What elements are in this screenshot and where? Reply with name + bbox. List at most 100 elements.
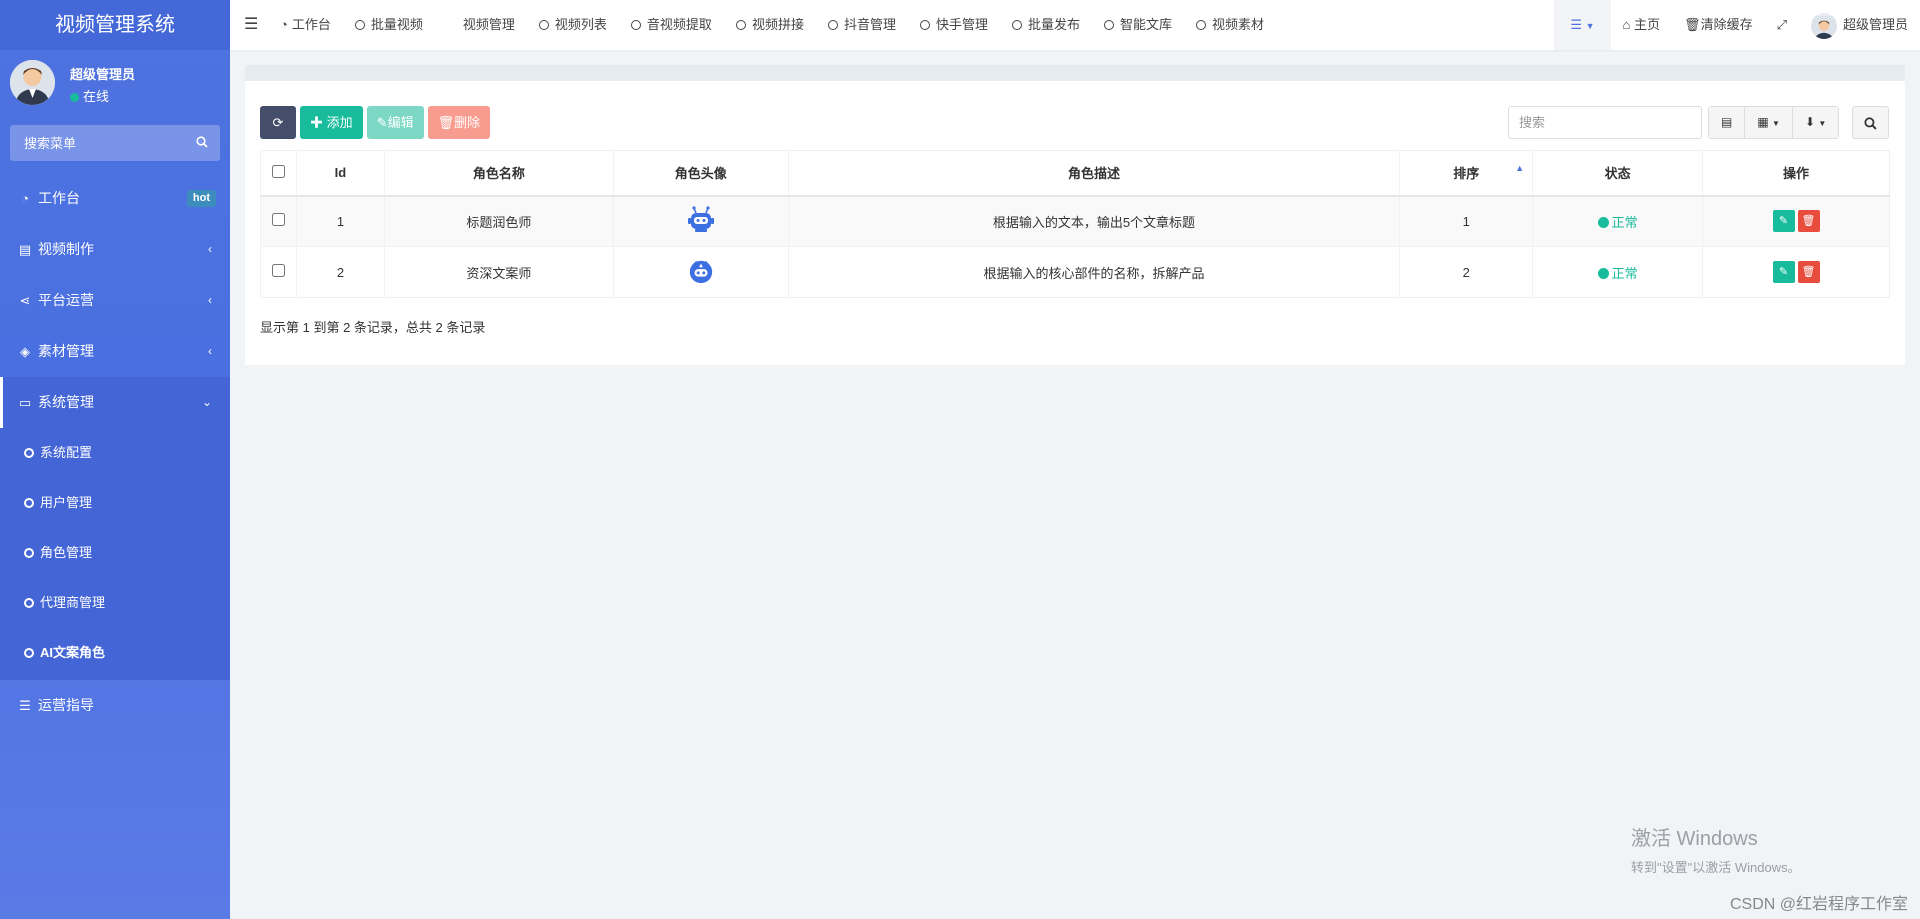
chevron-down-icon: ⌄: [201, 395, 212, 409]
col-status[interactable]: 状态: [1532, 150, 1704, 197]
table-row[interactable]: 1 标题润色师 根据输入的文本，输出5个文章标题 1 正常 ✎ 🗑: [260, 195, 1890, 247]
circle-icon: [24, 598, 34, 608]
cell-desc: 根据输入的核心部件的名称，拆解产品: [787, 246, 1401, 298]
caret-down-icon: ▼: [1585, 21, 1595, 31]
row-checkbox[interactable]: [271, 264, 285, 277]
row-checkbox[interactable]: [271, 213, 285, 227]
sidebar-subitem-agents[interactable]: 代理商管理: [0, 578, 230, 628]
cell-name: 资深文案师: [383, 246, 614, 298]
tab-kuaishou[interactable]: 快手管理: [908, 0, 1000, 50]
tab-label: 智能文库: [1120, 17, 1173, 32]
delete-button[interactable]: 🗑删除: [427, 106, 491, 139]
tab-av-extract[interactable]: 音视频提取: [619, 0, 724, 50]
subitem-label: 用户管理: [40, 495, 93, 510]
delete-label: 删除: [454, 115, 481, 130]
select-all-checkbox[interactable]: [271, 164, 285, 178]
advanced-search-button[interactable]: [1852, 106, 1889, 139]
caret-down-icon: ▼: [1772, 119, 1780, 128]
tab-video-list[interactable]: 视频列表: [527, 0, 619, 50]
row-edit-button[interactable]: ✎: [1772, 261, 1795, 283]
col-id[interactable]: Id: [295, 150, 385, 197]
watermark-line2: 转到"设置"以激活 Windows。: [1631, 860, 1801, 875]
cell-id: 2: [295, 246, 385, 298]
tab-dashboard[interactable]: ◔ 工作台: [268, 0, 343, 50]
edit-label: 编辑: [387, 115, 414, 130]
row-delete-button[interactable]: 🗑: [1797, 261, 1820, 283]
circle-icon: [827, 20, 838, 30]
pencil-icon: ✎: [1778, 266, 1789, 278]
cell-avatar: [612, 195, 789, 247]
tabs-dropdown-button[interactable]: ☰ ▼: [1554, 0, 1611, 50]
sidebar-subitem-users[interactable]: 用户管理: [0, 478, 230, 528]
subitem-label: 代理商管理: [40, 595, 106, 610]
status-label: 正常: [1611, 265, 1638, 281]
user-status-label: 在线: [83, 89, 110, 104]
toolbar: ⟳ ✚ 添加 ✎编辑 🗑删除: [260, 106, 491, 140]
tab-video-manage[interactable]: 视频管理: [435, 0, 527, 50]
circle-icon: [1104, 20, 1114, 30]
clear-cache-button[interactable]: 🗑清除缓存: [1672, 0, 1765, 50]
search-icon: [1864, 117, 1877, 130]
col-actions: 操作: [1702, 150, 1890, 197]
tab-smart-library[interactable]: 智能文库: [1092, 0, 1184, 50]
nav-right: ☰ ▼ ⌂ 主页 🗑清除缓存 ⤢ 超级管理员: [1554, 0, 1920, 50]
table-header-row: Id 角色名称 角色头像 角色描述 排序 ▲ 状态 操作: [260, 150, 1890, 197]
circle-icon: [1196, 20, 1207, 30]
tab-label: 快手管理: [935, 17, 988, 32]
sidebar-item-ops-guide[interactable]: ☰ 运营指导: [0, 680, 230, 731]
toggle-view-button[interactable]: ▤: [1709, 107, 1746, 138]
columns-button[interactable]: ▦ ▼: [1745, 107, 1793, 138]
col-avatar[interactable]: 角色头像: [612, 150, 789, 197]
sidebar-item-dashboard[interactable]: ◔ 工作台 hot: [0, 173, 230, 224]
sidebar-subitem-config[interactable]: 系统配置: [0, 428, 230, 478]
col-name[interactable]: 角色名称: [383, 150, 614, 197]
status-badge: 正常: [1597, 265, 1638, 281]
tab-label: 抖音管理: [843, 17, 896, 32]
tab-label: 工作台: [291, 17, 331, 32]
row-delete-button[interactable]: 🗑: [1797, 210, 1820, 233]
status-badge: 正常: [1597, 215, 1638, 230]
sidebar-item-label: 工作台: [38, 190, 80, 206]
tab-video-assets[interactable]: 视频素材: [1184, 0, 1276, 50]
menu-toggle-icon[interactable]: ☰: [244, 0, 258, 50]
refresh-button[interactable]: ⟳: [260, 106, 296, 139]
sidebar-search-input[interactable]: [10, 125, 180, 161]
sidebar-item-video-production[interactable]: ▤ 视频制作 ‹: [0, 224, 230, 275]
row-select-cell: [260, 195, 297, 247]
sidebar-item-materials[interactable]: ◈ 素材管理 ‹: [0, 326, 230, 377]
add-button[interactable]: ✚ 添加: [300, 106, 363, 139]
tab-batch-video[interactable]: 批量视频: [343, 0, 435, 50]
user-name: 超级管理员: [70, 67, 136, 82]
circle-icon: [630, 20, 641, 30]
search-input[interactable]: [1508, 106, 1702, 139]
edit-button[interactable]: ✎编辑: [366, 106, 424, 139]
top-navbar: ☰ ◔ 工作台 批量视频 视频管理 视频列表 音视频提取 视频拼接 抖音管理 快手…: [230, 0, 1920, 50]
roles-table: Id 角色名称 角色头像 角色描述 排序 ▲ 状态 操作 1 标题润色师 根据输入…: [260, 150, 1890, 298]
tab-batch-publish[interactable]: 批量发布: [1000, 0, 1092, 50]
sidebar-subitem-roles[interactable]: 角色管理: [0, 528, 230, 578]
col-sort[interactable]: 排序 ▲: [1399, 150, 1534, 197]
export-button[interactable]: ⬇ ▼: [1792, 107, 1839, 138]
status-dot-icon: [1597, 216, 1609, 228]
home-button[interactable]: ⌂ 主页: [1611, 0, 1673, 50]
sidebar-item-system[interactable]: ▭ 系统管理 ⌄: [0, 377, 230, 428]
col-desc[interactable]: 角色描述: [787, 150, 1401, 197]
nav-user-name: 超级管理员: [1842, 17, 1908, 32]
circle-icon: [538, 20, 549, 30]
fullscreen-icon: ⤢: [1776, 17, 1787, 32]
row-edit-button[interactable]: ✎: [1772, 210, 1795, 233]
user-menu[interactable]: 超级管理员: [1799, 0, 1920, 50]
table-row[interactable]: 2 资深文案师 根据输入的核心部件的名称，拆解产品 2 正常 ✎ 🗑: [260, 246, 1890, 298]
csdn-credit: CSDN @红岩程序工作室: [1729, 896, 1908, 913]
search-icon[interactable]: [196, 135, 208, 151]
circle-icon: [735, 20, 746, 30]
circle-icon: [24, 448, 34, 458]
sidebar-subitem-ai-roles[interactable]: AI文案角色: [0, 628, 230, 678]
app-title[interactable]: 视频管理系统: [0, 0, 230, 50]
tab-video-splice[interactable]: 视频拼接: [724, 0, 816, 50]
fullscreen-button[interactable]: ⤢: [1765, 0, 1799, 50]
select-all-cell: [260, 150, 297, 197]
sidebar-item-platform-ops[interactable]: ⋖ 平台运营 ‹: [0, 275, 230, 326]
tab-douyin[interactable]: 抖音管理: [816, 0, 908, 50]
col-sort-label: 排序: [1453, 166, 1480, 182]
